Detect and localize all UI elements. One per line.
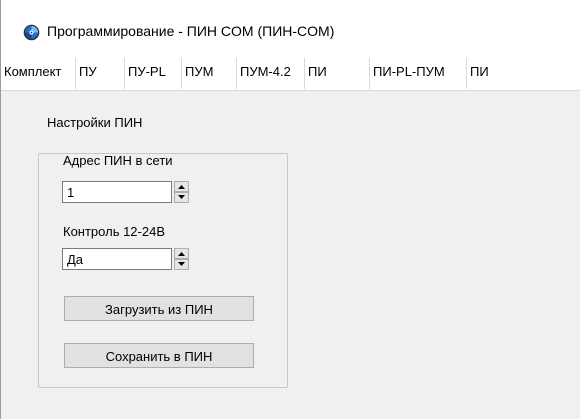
tab-komplekt[interactable]: Комплект bbox=[1, 57, 75, 88]
control-spin-down-button[interactable] bbox=[174, 259, 189, 270]
arrow-down-icon bbox=[178, 195, 185, 199]
control-input[interactable] bbox=[62, 248, 172, 270]
arrow-up-icon bbox=[178, 185, 185, 189]
tab-pi[interactable]: ПИ bbox=[305, 57, 369, 88]
tab-pu-pl[interactable]: ПУ-PL bbox=[125, 57, 181, 88]
tab-pi-pl-pum[interactable]: ПИ-PL-ПУМ bbox=[370, 57, 466, 88]
address-spin-down-button[interactable] bbox=[174, 192, 189, 203]
address-input[interactable] bbox=[62, 181, 172, 203]
tab-strip: Комплект ПУ ПУ-PL ПУМ ПУМ-4.2 ПИ ПИ-PL-П… bbox=[1, 57, 580, 91]
save-to-pin-button[interactable]: Сохранить в ПИН bbox=[64, 343, 254, 368]
window-title: Программирование - ПИН COM (ПИН-COM) bbox=[47, 23, 335, 39]
tab-pum-4-2[interactable]: ПУМ-4.2 bbox=[237, 57, 304, 88]
title-bar: Программирование - ПИН COM (ПИН-COM) bbox=[1, 0, 580, 56]
tab-content-panel: Настройки ПИН Адрес ПИН в сети Контроль … bbox=[1, 91, 580, 419]
arrow-down-icon bbox=[178, 262, 185, 266]
load-from-pin-button[interactable]: Загрузить из ПИН bbox=[64, 296, 254, 321]
arrow-up-icon bbox=[178, 252, 185, 256]
settings-group-title: Настройки ПИН bbox=[45, 115, 145, 130]
address-spin-up-button[interactable] bbox=[174, 181, 189, 192]
control-spin-up-button[interactable] bbox=[174, 248, 189, 259]
tab-pu[interactable]: ПУ bbox=[76, 57, 124, 88]
address-label: Адрес ПИН в сети bbox=[63, 153, 173, 168]
control-label: Контроль 12-24В bbox=[63, 224, 166, 239]
app-disc-icon bbox=[23, 24, 40, 41]
tab-pi-extra[interactable]: ПИ bbox=[467, 57, 580, 88]
tab-pum[interactable]: ПУМ bbox=[182, 57, 236, 88]
